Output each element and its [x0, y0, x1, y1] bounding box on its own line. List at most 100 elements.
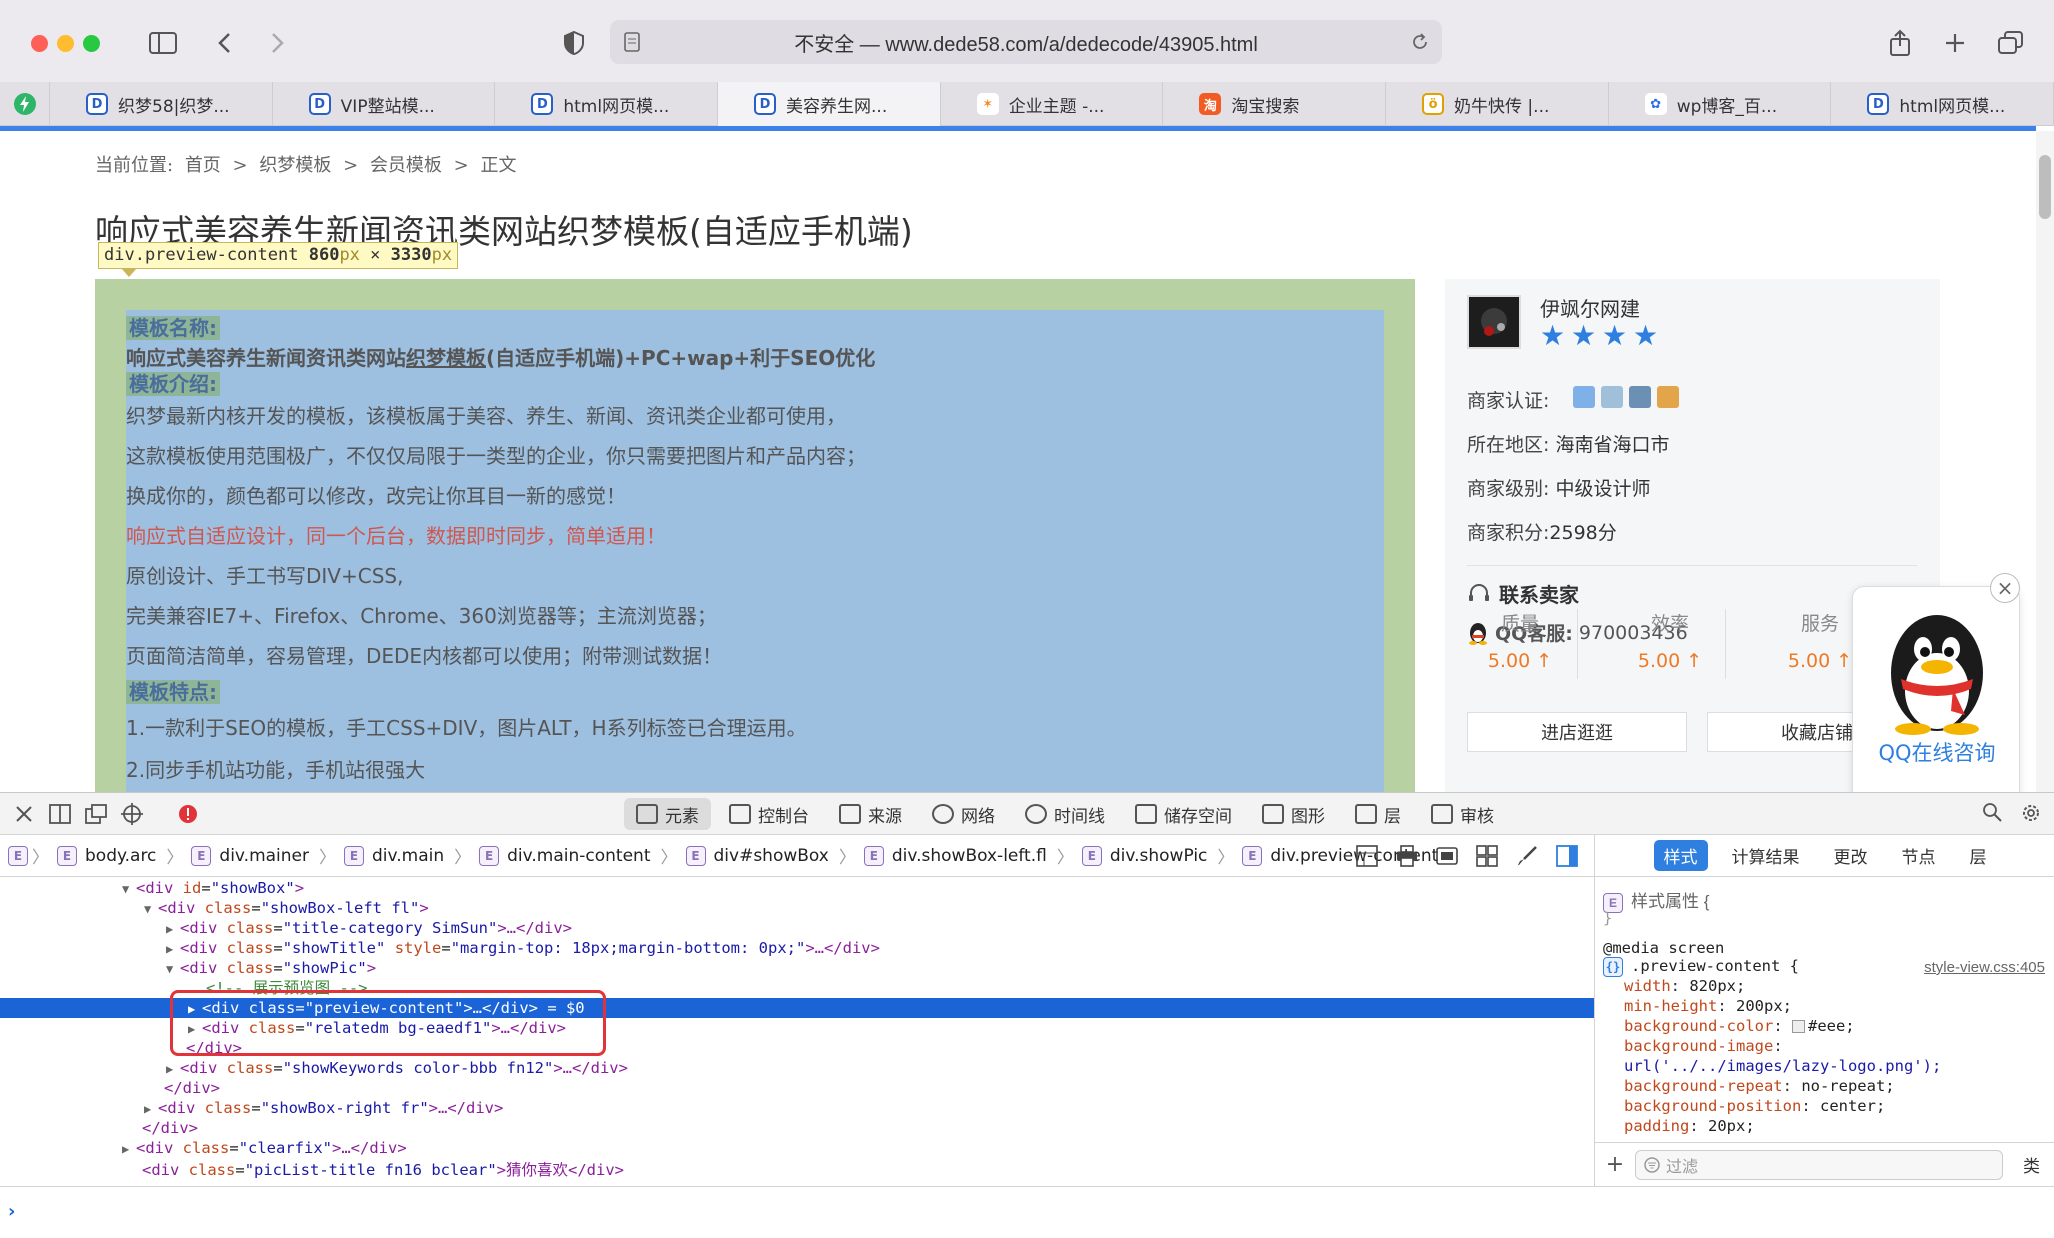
- color-swatch[interactable]: [1791, 1020, 1805, 1033]
- dom-node[interactable]: ▼ <div class="showBox-left fl">: [0, 898, 1594, 918]
- browser-tab[interactable]: Dhtml网页模...: [495, 82, 719, 126]
- css-prop[interactable]: background-color: #eee;: [1624, 1017, 1855, 1035]
- sidebar-panel-icon[interactable]: [1556, 845, 1578, 872]
- dom-node[interactable]: ▶ <div class="showBox-right fr">…</div>: [0, 1098, 1594, 1118]
- dom-node[interactable]: ▶ <div class="clearfix">…</div>: [0, 1138, 1594, 1158]
- css-prop-value[interactable]: url('../../images/lazy-logo.png');: [1624, 1057, 1941, 1075]
- tab-node[interactable]: 节点: [1892, 840, 1946, 871]
- console-prompt-bar[interactable]: ›: [0, 1186, 2054, 1238]
- desc-line: 页面简洁简单，容易管理，DEDE内核都可以使用；附带测试数据！: [126, 644, 723, 668]
- detach-window-icon[interactable]: [84, 802, 108, 826]
- css-prop[interactable]: background-image:: [1624, 1037, 1783, 1055]
- breadcrumb-link-member[interactable]: 会员模板: [370, 155, 442, 176]
- tab-overview-icon[interactable]: [1993, 26, 2029, 60]
- page-scrollbar[interactable]: [2036, 131, 2054, 792]
- css-prop[interactable]: min-height: 200px;: [1624, 997, 1792, 1015]
- browser-tab[interactable]: ✿ wp博客_百...: [1609, 82, 1832, 126]
- dede-template-link[interactable]: 织梦模板: [406, 346, 486, 370]
- address-bar[interactable]: 不安全 — www.dede58.com/a/dedecode/43905.ht…: [610, 20, 1442, 64]
- tab-graphics[interactable]: 图形: [1250, 798, 1337, 830]
- class-toggle-button[interactable]: 类: [2023, 1152, 2040, 1177]
- breadcrumb-link-templates[interactable]: 织梦模板: [259, 155, 331, 176]
- screenshot-icon[interactable]: [1436, 845, 1458, 872]
- close-window-button[interactable]: [31, 35, 48, 52]
- tab-sources[interactable]: 来源: [827, 798, 914, 830]
- browser-tab[interactable]: D 织梦58|织梦...: [50, 82, 273, 126]
- add-rule-icon[interactable]: +: [1595, 1152, 1635, 1177]
- css-prop[interactable]: width: 820px;: [1624, 977, 1745, 995]
- print-icon[interactable]: [1396, 845, 1418, 872]
- element-picker-icon[interactable]: [120, 802, 144, 826]
- breadcrumb-link-home[interactable]: 首页: [185, 155, 221, 176]
- dom-close-tag[interactable]: </div>: [0, 1118, 1594, 1138]
- dom-node[interactable]: ▶ <div class="showKeywords color-bbb fn12…: [0, 1058, 1594, 1078]
- qq-online-consult[interactable]: × QQ在线咨询: [1852, 573, 2020, 792]
- tab-styles[interactable]: 样式: [1653, 840, 1708, 871]
- css-prop[interactable]: background-position: center;: [1624, 1097, 1885, 1115]
- reload-icon[interactable]: [1410, 32, 1430, 56]
- tab-layers-sidebar[interactable]: 层: [1960, 840, 1997, 871]
- new-tab-icon[interactable]: [1937, 26, 1973, 60]
- crumb-item[interactable]: Ediv.showBox-left.fl: [863, 845, 1047, 866]
- crumb-item[interactable]: Ediv#showBox: [685, 845, 829, 866]
- css-rule-selector[interactable]: {} .preview-content {: [1603, 957, 1799, 977]
- visit-shop-button[interactable]: 进店逛逛: [1467, 712, 1687, 752]
- crumb-item[interactable]: Ebody.arc: [57, 845, 156, 866]
- dom-node[interactable]: ▼ <div id="showBox">: [0, 878, 1594, 898]
- filter-input[interactable]: 过滤: [1635, 1149, 2003, 1180]
- search-icon[interactable]: [1982, 802, 2002, 829]
- tab-changes[interactable]: 更改: [1824, 840, 1878, 871]
- error-badge-icon[interactable]: [176, 802, 200, 826]
- shop-avatar[interactable]: [1467, 295, 1521, 349]
- dom-node[interactable]: ▶ <div class="title-category SimSun">…</d…: [0, 918, 1594, 938]
- tab-network[interactable]: 网络: [920, 798, 1007, 830]
- browser-tab[interactable]: ö 奶牛快传 |...: [1386, 82, 1609, 126]
- shop-name[interactable]: 伊飒尔网建: [1540, 293, 1640, 322]
- tab-computed[interactable]: 计算结果: [1722, 840, 1810, 871]
- breadcrumb-sep: >: [232, 155, 248, 176]
- dom-node[interactable]: ▶ <div class="showTitle" style="margin-to…: [0, 938, 1594, 958]
- browser-tab-active[interactable]: D 美容养生网...: [718, 82, 941, 126]
- grid-icon[interactable]: [1476, 845, 1498, 872]
- css-prop[interactable]: background-repeat: no-repeat;: [1624, 1077, 1895, 1095]
- browser-tab[interactable]: 淘淘宝搜索: [1163, 82, 1387, 126]
- crumb-item[interactable]: Ediv.main-content: [479, 845, 651, 866]
- tab-audit[interactable]: 审核: [1419, 798, 1506, 830]
- scroll-thumb[interactable]: [2039, 155, 2051, 219]
- share-icon[interactable]: [1882, 26, 1918, 60]
- style-attribute-rule[interactable]: E 样式属性 {: [1603, 887, 1709, 913]
- region-row: 所在地区: 海南省海口市: [1467, 434, 1670, 456]
- tab-console[interactable]: 控制台: [717, 798, 821, 830]
- zoom-window-button[interactable]: [83, 35, 100, 52]
- dock-side-icon[interactable]: [48, 802, 72, 826]
- tab-storage[interactable]: 储存空间: [1123, 798, 1244, 830]
- minimize-window-button[interactable]: [57, 35, 74, 52]
- dom-node[interactable]: <div class="picList-title fn16 bclear">猜…: [0, 1160, 1594, 1180]
- breadcrumb: 当前位置: 首页 > 织梦模板 > 会员模板 > 正文: [95, 151, 523, 177]
- gear-icon[interactable]: [2020, 802, 2042, 829]
- crumb-item[interactable]: Ediv.main: [344, 845, 444, 866]
- layout-icon[interactable]: [1356, 845, 1378, 872]
- stylesheet-link[interactable]: style-view.css:405: [1924, 959, 2045, 976]
- browser-tab[interactable]: ✶ 企业主题 -...: [941, 82, 1164, 126]
- tab-elements[interactable]: 元素: [624, 798, 711, 830]
- shield-icon[interactable]: [556, 26, 592, 60]
- forward-icon[interactable]: [260, 26, 296, 60]
- dom-node[interactable]: ▼ <div class="showPic">: [0, 958, 1594, 978]
- intro-label: 模板介绍:: [126, 372, 220, 396]
- brush-icon[interactable]: [1516, 845, 1538, 872]
- dom-close-tag[interactable]: </div>: [0, 1078, 1594, 1098]
- pinned-tab[interactable]: [0, 82, 50, 126]
- dede-icon: D: [1867, 93, 1890, 115]
- css-prop[interactable]: padding: 20px;: [1624, 1117, 1755, 1135]
- tab-layers[interactable]: 层: [1343, 798, 1413, 830]
- browser-tab[interactable]: D VIP整站模...: [273, 82, 496, 126]
- close-icon[interactable]: ×: [1990, 573, 2020, 603]
- crumb-item[interactable]: Ediv.showPic: [1081, 845, 1207, 866]
- tab-timelines[interactable]: 时间线: [1013, 798, 1117, 830]
- crumb-item[interactable]: Ediv.mainer: [191, 845, 309, 866]
- sidebar-toggle-icon[interactable]: [145, 26, 181, 60]
- close-inspector-icon[interactable]: [12, 802, 36, 826]
- browser-tab[interactable]: Dhtml网页模...: [1831, 82, 2054, 126]
- back-icon[interactable]: [206, 26, 242, 60]
